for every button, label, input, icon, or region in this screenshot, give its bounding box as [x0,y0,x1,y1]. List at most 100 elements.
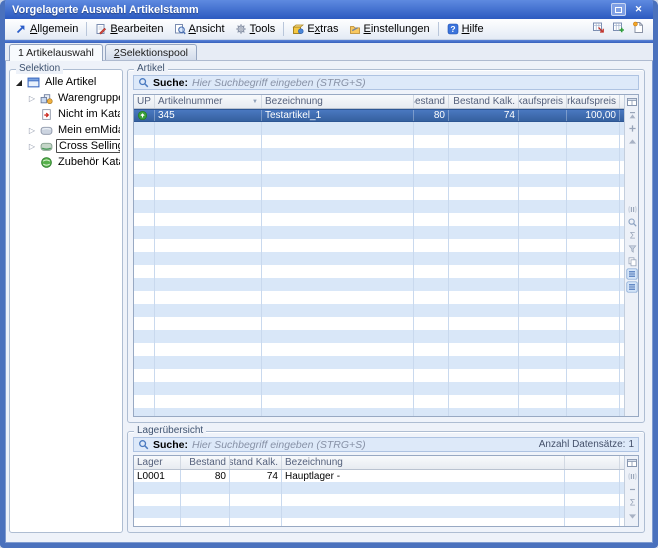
grid-row-empty[interactable] [134,135,624,148]
cell-empty [155,408,262,416]
grid-row-empty[interactable] [134,518,624,526]
grid-row-empty[interactable] [134,506,624,518]
grid-row-empty[interactable] [134,343,624,356]
cell-empty [567,161,620,174]
grid-row-empty[interactable] [134,408,624,416]
cell-empty [262,135,414,148]
grid-row-empty[interactable] [134,330,624,343]
tree-item-mein-emmida[interactable]: ▷Mein emMida [12,122,120,138]
grid-row-empty[interactable] [134,482,624,494]
grid-row-empty[interactable] [134,278,624,291]
toolbar-item-einstellungen[interactable]: Einstellungen [344,22,435,36]
column-header-up[interactable]: UP [134,95,155,108]
lager-search-bar[interactable]: Suche: Hier Suchbegriff eingeben (STRG+S… [133,437,639,452]
filter-funnel-button[interactable] [626,242,638,254]
grid-row[interactable]: L00018074Hauptlager - [134,470,624,482]
tab-1-artikelauswahl[interactable]: 1 Artikelauswahl [9,44,103,61]
list-active-button[interactable] [626,281,638,293]
cell-empty [155,226,262,239]
tab-2-selektionspool[interactable]: 2 Selektionspool [105,44,197,60]
grid-row-empty[interactable] [134,369,624,382]
column-chooser-icon [626,457,638,469]
tree-expander-icon[interactable]: ▷ [27,126,37,135]
grid-row-empty[interactable] [134,122,624,135]
tree-item-warengruppen[interactable]: ▷Warengruppen [12,90,120,106]
list-active-button[interactable] [626,268,638,280]
magnifier-sm-button[interactable] [626,216,638,228]
grid-row-empty[interactable] [134,494,624,506]
sum-sigma-button[interactable]: Σ [626,229,638,241]
toolbar-item-ansicht[interactable]: Ansicht [169,22,230,36]
toolbar-item-allgemein[interactable]: Allgemein [10,22,83,36]
grid-import-green-button[interactable] [612,21,625,37]
grid-row-selected[interactable]: 345Testartikel_18074100,00 [134,109,624,122]
cell-empty [262,369,414,382]
cell-empty [414,239,449,252]
tree-item-alle-artikel[interactable]: ◢Alle Artikel [12,74,120,90]
column-header-label: Bestand [189,457,226,468]
grid-row-empty[interactable] [134,174,624,187]
tree-expander-icon[interactable]: ▷ [27,142,37,151]
grid-row-empty[interactable] [134,252,624,265]
column-header-bezeichnung[interactable]: Bezeichnung [282,456,565,469]
artikel-search-bar[interactable]: Suche: Hier Suchbegriff eingeben (STRG+S… [133,75,639,90]
minus-button[interactable] [626,483,638,495]
toolbar-item-label: Bearbeiten [110,23,163,35]
toolbar-item-tools[interactable]: Tools [230,22,281,36]
grid-row-empty[interactable] [134,382,624,395]
titlebar[interactable]: Vorgelagerte Auswahl Artikelstamm ✕ [5,0,653,19]
column-header-lager[interactable]: Lager [134,456,181,469]
column-header-einkaufspreis[interactable]: Einkaufspreis [519,95,567,108]
pause-button[interactable] [626,203,638,215]
column-header-bezeichnung[interactable]: Bezeichnung [262,95,414,108]
cell-empty [134,494,181,506]
grid-row-empty[interactable] [134,226,624,239]
cell-empty [567,122,620,135]
column-header-artikelnummer[interactable]: Artikelnummer▼ [155,95,262,108]
column-header-bestand-kalk-[interactable]: Bestand Kalk. [449,95,519,108]
grid-row-empty[interactable] [134,291,624,304]
cell-empty [414,369,449,382]
grid-row-empty[interactable] [134,161,624,174]
column-chooser-button[interactable] [626,457,638,469]
grid-row-empty[interactable] [134,148,624,161]
nav-down-button[interactable] [626,510,638,522]
grid-row-empty[interactable] [134,317,624,330]
tree-expander-icon[interactable]: ◢ [14,78,24,87]
toolbar-item-extras[interactable]: Extras [287,22,343,36]
grid-row-empty[interactable] [134,304,624,317]
grid-row-empty[interactable] [134,239,624,252]
cell-empty [134,148,155,161]
tree-item-cross-selling-katalog[interactable]: ▷Cross Selling Katalog [12,138,120,154]
toolbar-right-icons [592,21,648,37]
toolbar-item-bearbeiten[interactable]: Bearbeiten [90,22,168,36]
maximize-button[interactable] [611,3,626,16]
nav-first-button[interactable] [626,109,638,121]
copy-pages-button[interactable] [626,255,638,267]
tree-item-zubehör-katalog[interactable]: Zubehör Katalog [12,154,120,170]
column-header-bestand[interactable]: Bestand [414,95,449,108]
grid-row-empty[interactable] [134,200,624,213]
tree-item-nicht-im-katalog[interactable]: Nicht im Katalog [12,106,120,122]
cell-empty [134,330,155,343]
settings-folder-icon [349,23,361,35]
grid-export-red-button[interactable] [592,21,605,37]
new-document-button[interactable] [632,21,645,37]
column-chooser-button[interactable] [626,96,638,108]
sum-sigma-button[interactable]: Σ [626,496,638,508]
column-header-bestand-kalk-[interactable]: Bestand Kalk. [230,456,282,469]
grid-row-empty[interactable] [134,356,624,369]
grid-row-empty[interactable] [134,265,624,278]
nav-up-button[interactable] [626,135,638,147]
grid-row-empty[interactable] [134,213,624,226]
column-header-blank[interactable] [565,456,620,469]
column-header-verkaufspreis[interactable]: Verkaufspreis [567,95,620,108]
toolbar-item-hilfe[interactable]: ?Hilfe [442,22,489,36]
tree-expander-icon[interactable]: ▷ [27,94,37,103]
nav-plus-button[interactable] [626,122,638,134]
grid-row-empty[interactable] [134,187,624,200]
close-button[interactable]: ✕ [631,3,646,16]
column-header-bestand[interactable]: Bestand [181,456,230,469]
grid-row-empty[interactable] [134,395,624,408]
pause-button[interactable] [626,470,638,482]
